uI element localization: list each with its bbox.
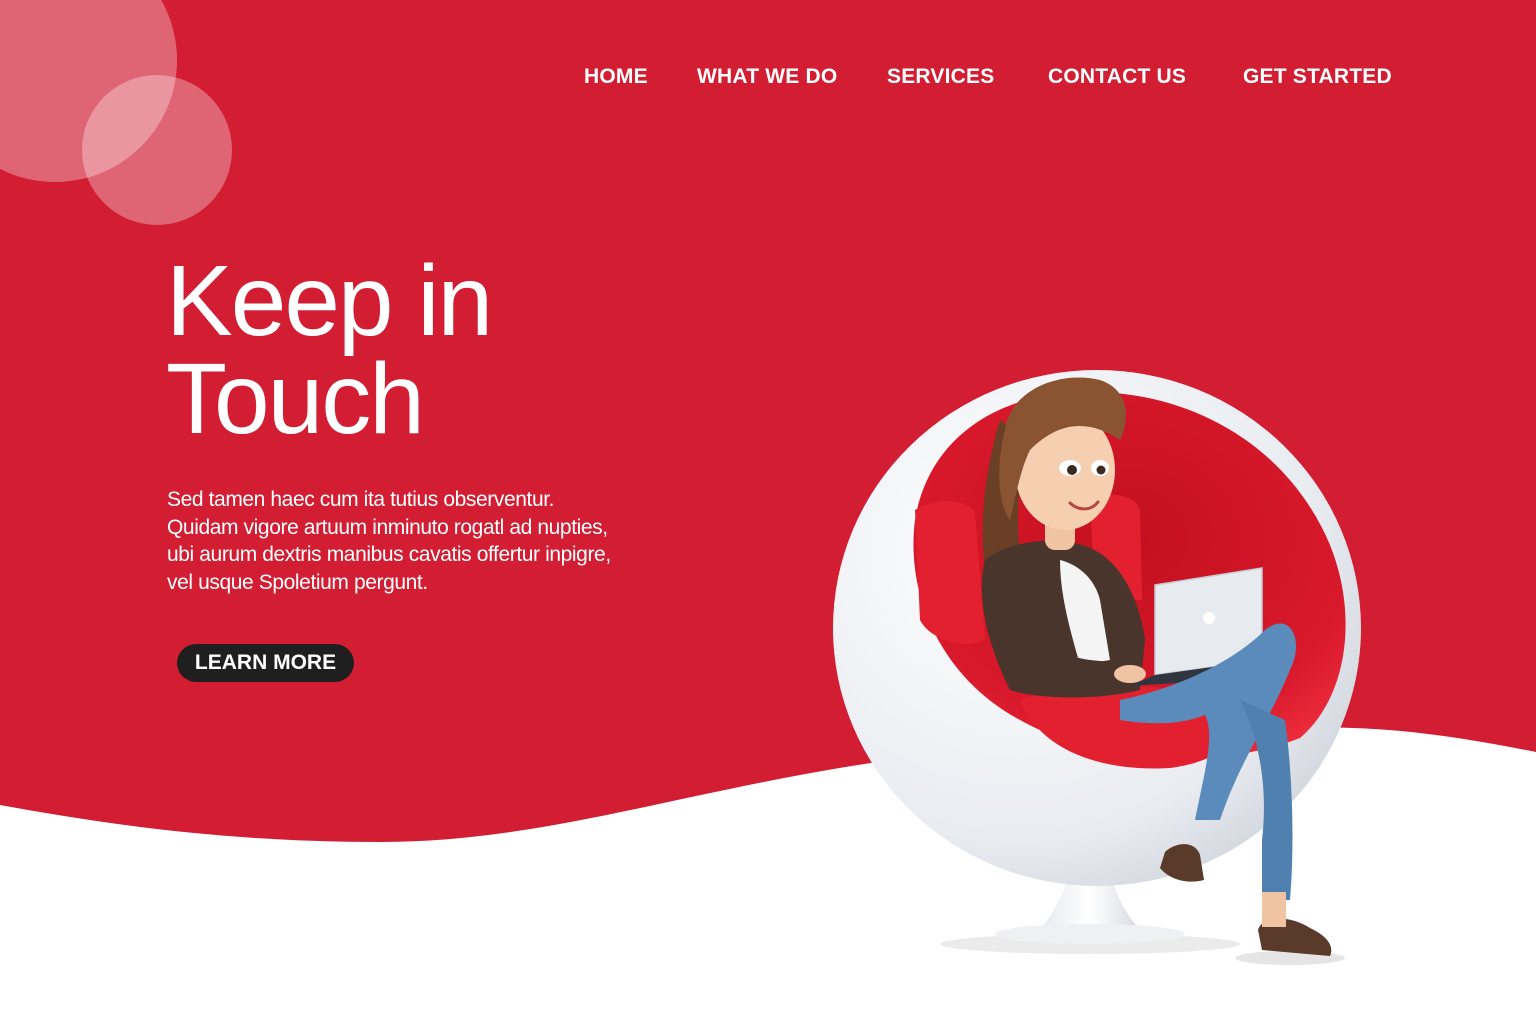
hero-description-line-4: vel usque Spoletium pergunt. — [167, 570, 428, 594]
hero-description-line-2: Quidam vigore artuum inminuto rogatl ad … — [167, 515, 608, 539]
hero-description-line-3: ubi aurum dextris manibus cavatis offert… — [167, 543, 611, 566]
landing-page: HOME WHAT WE DO SERVICES CONTACT US GET … — [0, 0, 1536, 1024]
bubble-small — [82, 75, 232, 225]
hero-description: Sed tamen haec cum ita tutius observentu… — [167, 486, 637, 596]
nav-link-get-started[interactable]: GET STARTED — [1243, 62, 1392, 92]
hero-title-line-2: Touch — [166, 343, 425, 455]
person-laptop-icon — [833, 370, 1361, 965]
learn-more-button[interactable]: LEARN MORE — [177, 644, 354, 682]
nav-link-home[interactable]: HOME — [584, 62, 648, 92]
hero-title: Keep in Touch — [166, 245, 493, 455]
hero-description-line-1: Sed tamen haec cum ita tutius observentu… — [167, 488, 555, 511]
nav-link-contact-us[interactable]: CONTACT US — [1048, 62, 1186, 92]
nav-link-services[interactable]: SERVICES — [887, 62, 994, 92]
nav-link-what-we-do[interactable]: WHAT WE DO — [697, 62, 837, 92]
hero-title-line-1: Keep in — [166, 245, 493, 357]
top-navigation: HOME WHAT WE DO SERVICES CONTACT US GET … — [0, 62, 1536, 94]
